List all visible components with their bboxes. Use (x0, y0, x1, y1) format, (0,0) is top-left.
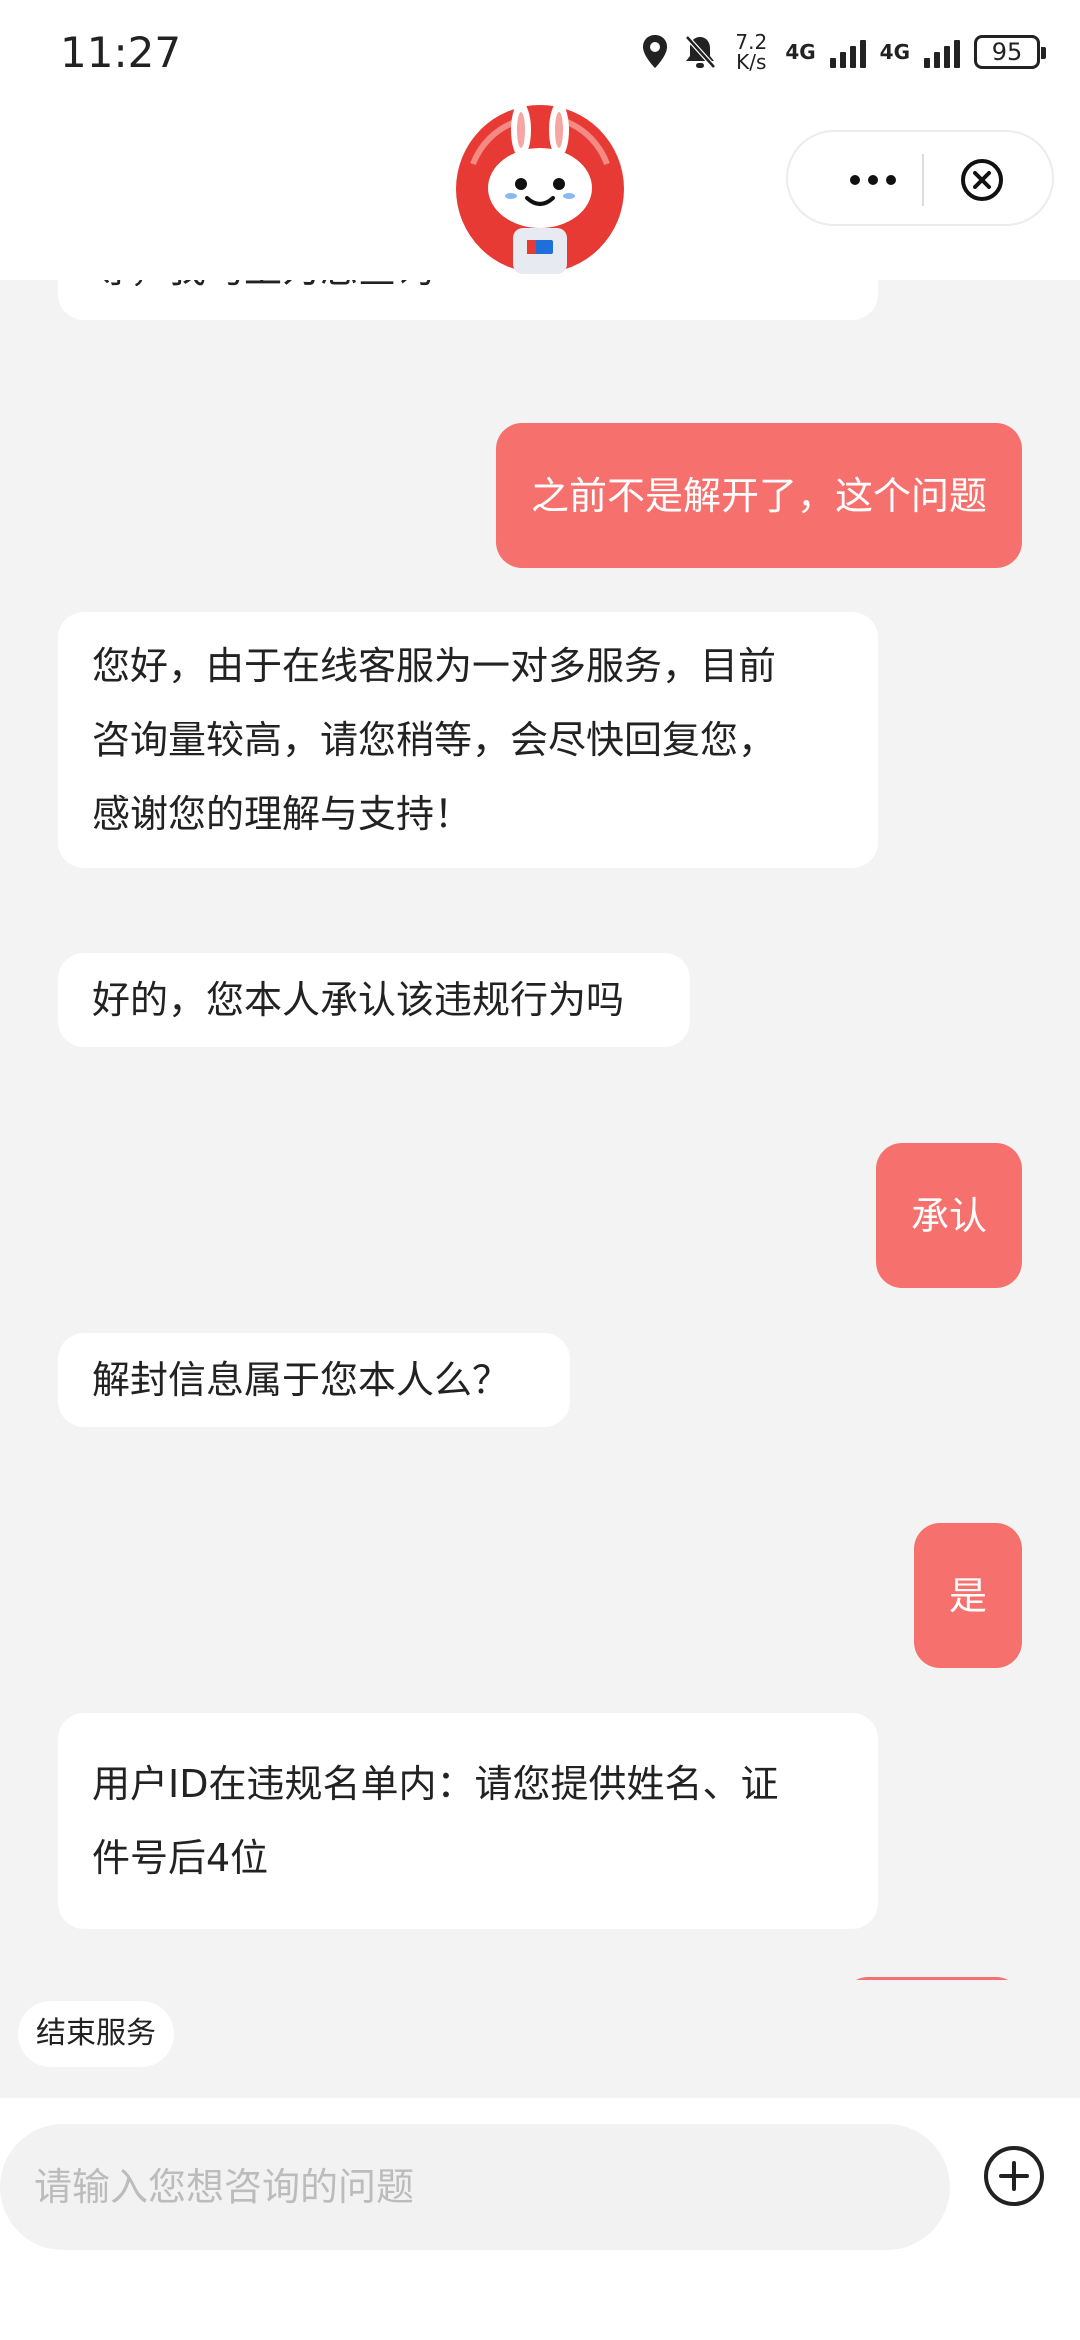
end-service-button[interactable]: 结束服务 (18, 2001, 174, 2067)
message-line: 之前不是解开了，这个问题 (530, 473, 987, 518)
user-message-partial (842, 1977, 1022, 1980)
plus-circle-icon[interactable] (982, 2144, 1046, 2208)
capsule-divider (922, 154, 924, 206)
agent-message: 等，我马上为您查询~ (58, 280, 878, 320)
user-message: 之前不是解开了，这个问题 (495, 423, 1022, 568)
user-message: 是 (913, 1523, 1022, 1668)
message-input[interactable]: 请输入您想咨询的问题 (0, 2124, 950, 2250)
mini-program-capsule (786, 130, 1054, 226)
user-message: 承认 (875, 1143, 1022, 1288)
location-icon (643, 35, 668, 68)
message-line: 承认 (910, 1193, 987, 1238)
chat-message-list: 等，我马上为您查询~ 之前不是解开了，这个问题 您好，由于在线客服为一对多服务，… (0, 280, 1080, 1980)
network-speed: 7.2 K/s (731, 32, 771, 72)
message-line: 咨询量较高，请您稍等，会尽快回复您， (92, 718, 777, 762)
signal-icon (829, 36, 866, 68)
signal-icon-2 (924, 36, 960, 68)
network-type-1: 4G (785, 40, 816, 64)
message-line: 您好，由于在线客服为一对多服务，目前 (92, 644, 777, 688)
battery-level: 95 (991, 38, 1023, 66)
network-speed-unit: K/s (736, 50, 767, 74)
message-line: 好的，您本人承认该违规行为吗 (92, 978, 625, 1022)
network-speed-value: 7.2 (735, 30, 768, 54)
battery-icon: 95 (974, 35, 1046, 69)
status-icons: 7.2 K/s 4G 4G 95 (641, 30, 1046, 74)
agent-message: 好的，您本人承认该违规行为吗 (58, 953, 690, 1047)
message-line: 件号后4位 (92, 1836, 269, 1880)
message-line: 是 (948, 1573, 987, 1618)
message-line: 等，我马上为您查询~ (92, 280, 844, 306)
message-line: 感谢您的理解与支持！ (92, 792, 473, 836)
composer-bar: 请输入您想咨询的问题 (0, 2098, 1080, 2340)
network-type-2: 4G (879, 40, 910, 64)
chat-header (0, 100, 1080, 280)
rabbit-mascot-icon (456, 104, 624, 274)
close-circle-icon[interactable] (958, 156, 1006, 204)
status-time: 11:27 (60, 28, 182, 77)
agent-message: 您好，由于在线客服为一对多服务，目前 咨询量较高，请您稍等，会尽快回复您， 感谢… (58, 612, 878, 868)
bell-muted-icon (685, 35, 717, 69)
message-line: 解封信息属于您本人么？ (92, 1358, 511, 1402)
agent-message: 解封信息属于您本人么？ (58, 1333, 570, 1427)
message-line: 用户ID在违规名单内：请您提供姓名、证 (92, 1762, 779, 1806)
more-icon[interactable] (818, 152, 928, 208)
agent-message: 用户ID在违规名单内：请您提供姓名、证 件号后4位 (58, 1713, 878, 1929)
status-bar: 11:27 7.2 K/s 4G 4G 95 (0, 0, 1080, 100)
